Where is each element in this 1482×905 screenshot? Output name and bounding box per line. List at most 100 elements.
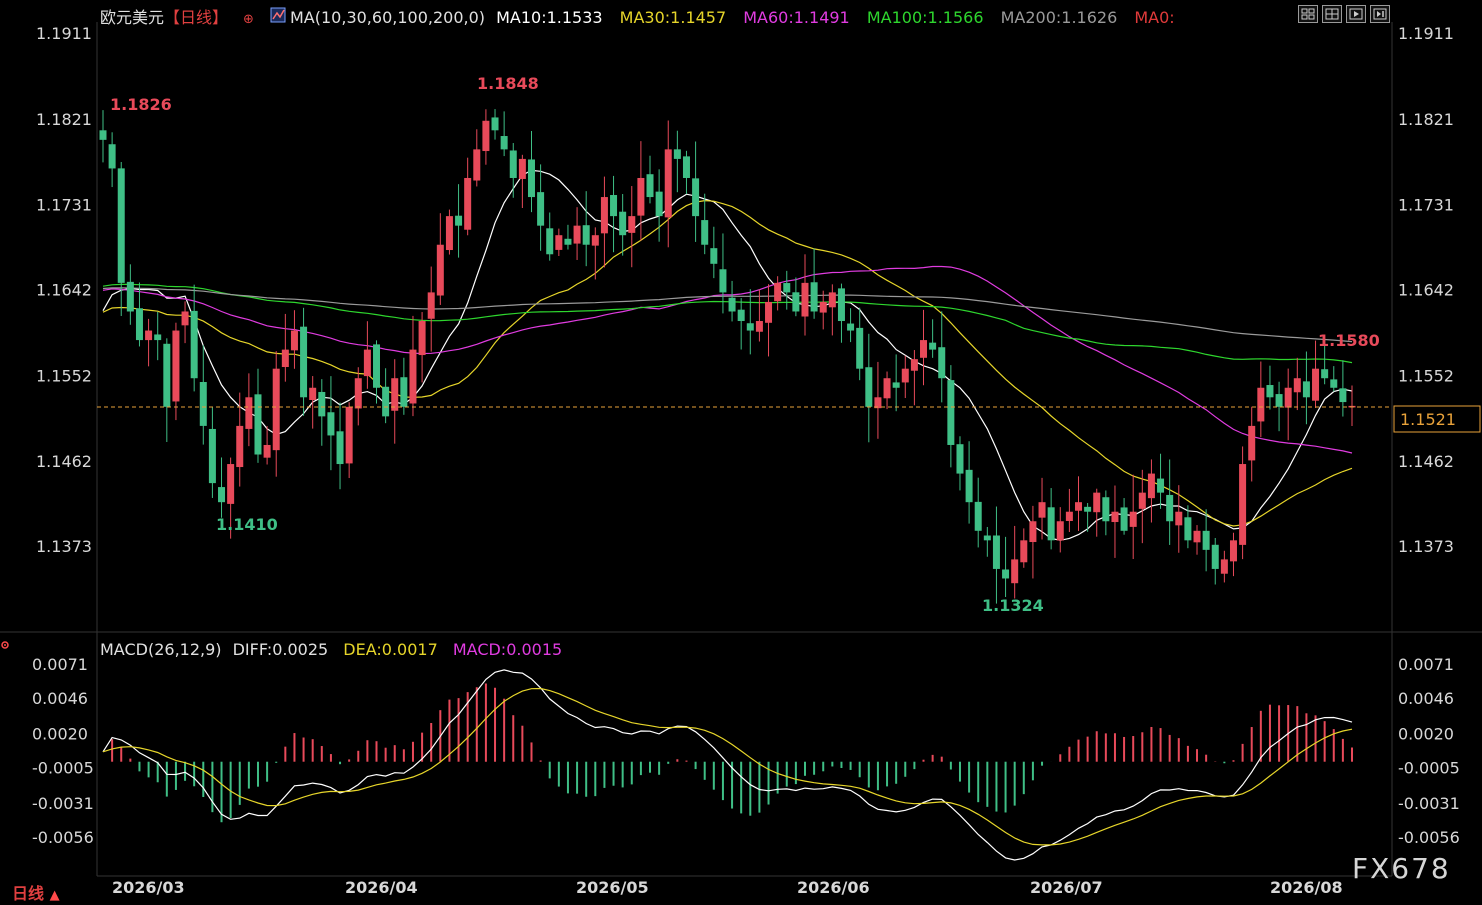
candle-body xyxy=(1248,425,1256,461)
price-tick-left: 1.1821 xyxy=(36,110,92,129)
candle-body xyxy=(391,378,399,411)
candle-body xyxy=(765,301,773,323)
candle-body xyxy=(1047,507,1055,541)
candle-body xyxy=(1102,497,1110,522)
candle-body xyxy=(1330,379,1338,388)
macd-tick-left: 0.0071 xyxy=(32,655,88,674)
candle-body xyxy=(1020,540,1028,563)
candle-body xyxy=(1284,387,1292,408)
candle-body xyxy=(591,235,599,246)
candle-body xyxy=(1129,511,1137,527)
chart-type-icon[interactable] xyxy=(270,7,286,23)
candle-body xyxy=(373,344,381,388)
price-tick-left: 1.1642 xyxy=(36,281,92,300)
price-tick-right: 1.1552 xyxy=(1398,366,1454,385)
candle-body xyxy=(254,394,262,455)
grid-lines xyxy=(0,22,1482,877)
candle-body xyxy=(99,130,107,140)
candle-body xyxy=(728,297,736,312)
play-icon[interactable] xyxy=(1346,5,1366,23)
time-tick: 2026/07 xyxy=(1030,878,1103,897)
moving-average-lines xyxy=(102,169,1353,541)
price-chart[interactable]: 1.1911 1.1911 1.1821 1.1821 1.1731 1.1731 1.16… xyxy=(0,0,1482,905)
candle-body xyxy=(135,308,143,341)
macd-tick-right: -0.0056 xyxy=(1398,828,1460,847)
candle-body xyxy=(354,378,362,409)
annotation-low-2: 1.1324 xyxy=(982,596,1044,615)
candle-body xyxy=(1220,559,1228,574)
candle-body xyxy=(181,311,189,326)
candle-body xyxy=(947,380,955,445)
grid-icon[interactable] xyxy=(1298,5,1318,23)
candle-body xyxy=(883,378,891,399)
price-tick-right: 1.1821 xyxy=(1398,110,1454,129)
candle-body xyxy=(610,195,618,217)
candle-body xyxy=(172,330,180,402)
candle-body xyxy=(938,347,946,379)
candlesticks xyxy=(99,109,1356,604)
layout-icon[interactable] xyxy=(1322,5,1342,23)
candle-body xyxy=(245,397,253,429)
period-tab[interactable]: 日线 ▲ xyxy=(12,880,60,904)
period-tab-label: 日线 xyxy=(12,884,45,903)
candle-body xyxy=(1157,478,1165,493)
candle-body xyxy=(163,343,171,407)
candle-body xyxy=(500,136,508,150)
candle-body xyxy=(263,444,271,458)
candle-body xyxy=(819,301,827,313)
candle-body xyxy=(190,310,198,379)
candle-body xyxy=(546,228,554,255)
macd-tick-left: 0.0046 xyxy=(32,689,88,708)
candle-body xyxy=(1029,521,1037,543)
time-tick: 2026/04 xyxy=(345,878,418,897)
macd-tick-left: -0.0056 xyxy=(32,828,94,847)
candle-body xyxy=(901,368,909,383)
candle-body xyxy=(527,159,535,198)
candle-body xyxy=(1184,517,1192,541)
annotation-high-2: 1.1848 xyxy=(477,74,539,93)
candle-body xyxy=(418,321,426,356)
candle-body xyxy=(1211,544,1219,569)
candle-body xyxy=(1065,511,1073,522)
candle-body xyxy=(746,323,754,331)
price-tick-left: 1.1731 xyxy=(36,196,92,215)
macd-tick-right: 0.0071 xyxy=(1398,655,1454,674)
candle-body xyxy=(327,412,335,436)
candle-body xyxy=(555,235,563,250)
candle-body xyxy=(710,248,718,264)
candle-body xyxy=(755,321,763,332)
candle-body xyxy=(436,244,444,296)
candle-body xyxy=(810,282,818,312)
candle-body xyxy=(272,368,280,451)
candle-body xyxy=(701,220,709,245)
candle-body xyxy=(801,282,809,317)
forward-icon[interactable] xyxy=(1370,5,1390,23)
candle-body xyxy=(300,326,308,398)
candle-body xyxy=(865,367,873,407)
candle-body xyxy=(363,349,371,377)
candle-body xyxy=(1257,387,1265,422)
candle-body xyxy=(345,406,353,464)
ma-legend: MA(10,30,60,100,200,0) MA10:1.1533 MA30:… xyxy=(290,8,1175,27)
candle-body xyxy=(1302,381,1310,398)
watermark-logo: FX678 xyxy=(1352,852,1451,885)
candle-body xyxy=(518,158,526,179)
candle-body xyxy=(965,469,973,503)
candle-body xyxy=(455,215,463,226)
macd-tick-right: -0.0031 xyxy=(1398,794,1460,813)
candle-body xyxy=(910,359,918,371)
price-tick-right: 1.1731 xyxy=(1398,196,1454,215)
candle-body xyxy=(619,211,627,236)
settings-icon[interactable] xyxy=(0,640,10,650)
candle-body xyxy=(154,334,162,341)
ma30-line xyxy=(102,199,1353,527)
candle-body xyxy=(1002,569,1010,579)
target-icon[interactable]: ⊕ xyxy=(243,12,254,27)
candle-body xyxy=(382,386,390,417)
candle-body xyxy=(218,487,226,503)
candle-body xyxy=(792,292,800,312)
candle-body xyxy=(1239,464,1247,545)
candle-body xyxy=(409,349,417,404)
candle-body xyxy=(600,197,608,234)
candle-body xyxy=(1339,388,1347,403)
